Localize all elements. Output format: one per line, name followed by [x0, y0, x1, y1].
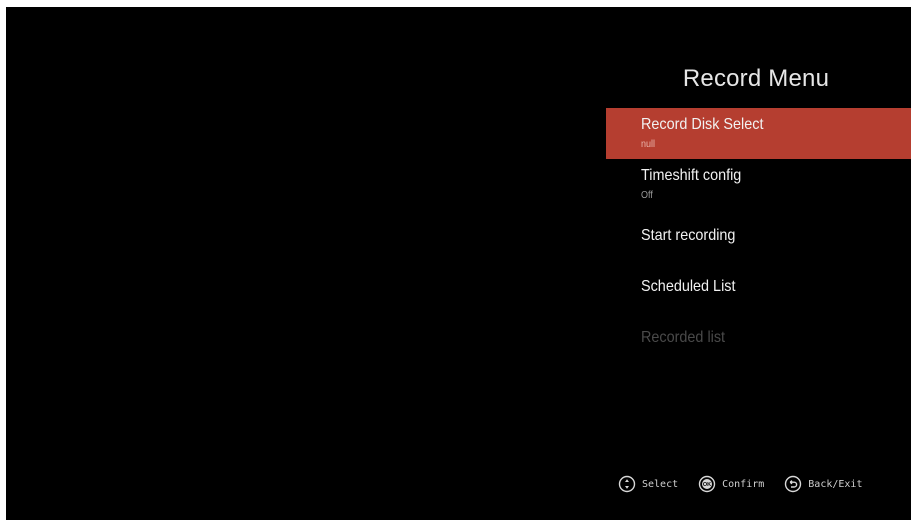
menu-item-record-disk-select[interactable]: Record Disk Select null — [606, 108, 911, 159]
menu-title: Record Menu — [682, 65, 830, 92]
menu-item-label: Scheduled List — [641, 278, 736, 295]
menu-item-value: null — [641, 139, 656, 150]
menu-item-value: Off — [641, 190, 653, 201]
hint-confirm-label: Confirm — [722, 478, 765, 490]
key-hint-bar: Select OK Confirm Back/Exit — [618, 472, 862, 496]
record-menu-list: Record Disk Select null Timeshift config… — [606, 108, 911, 363]
updown-circle-icon — [618, 475, 636, 493]
menu-item-label: Start recording — [641, 227, 736, 244]
hint-back: Back/Exit — [784, 475, 862, 493]
svg-text:OK: OK — [703, 482, 711, 488]
menu-item-recorded-list: Recorded list — [606, 312, 911, 363]
hint-select: Select — [618, 475, 678, 493]
menu-item-label: Recorded list — [641, 329, 726, 346]
tv-screen: Record Menu Record Disk Select null Time… — [6, 7, 911, 520]
hint-back-label: Back/Exit — [808, 478, 863, 490]
menu-item-label: Record Disk Select — [641, 116, 764, 133]
back-arrow-circle-icon — [785, 475, 802, 493]
hint-confirm: OK Confirm — [698, 475, 764, 493]
menu-item-label: Timeshift config — [641, 167, 742, 184]
hint-select-label: Select — [642, 478, 679, 490]
menu-item-scheduled-list[interactable]: Scheduled List — [606, 261, 911, 312]
menu-item-timeshift-config[interactable]: Timeshift config Off — [606, 159, 911, 210]
ok-circle-icon: OK — [698, 475, 716, 493]
menu-item-start-recording[interactable]: Start recording — [606, 210, 911, 261]
